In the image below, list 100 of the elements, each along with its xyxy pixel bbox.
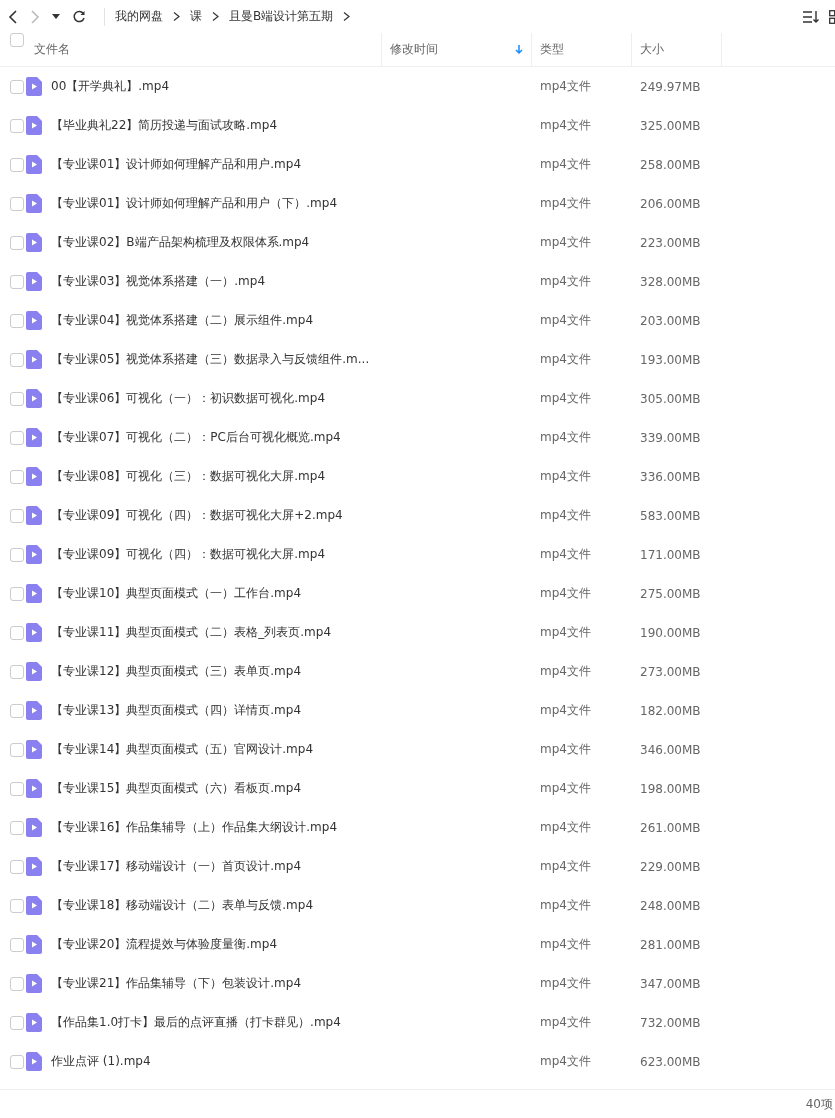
row-checkbox[interactable]: [10, 742, 24, 757]
row-checkbox[interactable]: [10, 820, 24, 835]
video-file-icon: [26, 779, 42, 798]
row-checkbox[interactable]: [10, 430, 24, 445]
file-name[interactable]: 【专业课05】视觉体系搭建（三）数据录入与反馈组件.m...: [51, 351, 382, 368]
row-checkbox[interactable]: [10, 664, 24, 679]
file-name[interactable]: 【专业课01】设计师如何理解产品和用户（下）.mp4: [51, 195, 382, 212]
back-button[interactable]: [8, 9, 18, 24]
file-name[interactable]: 【专业课20】流程提效与体验度量衡.mp4: [51, 936, 382, 953]
file-type: mp4文件: [539, 546, 592, 563]
row-checkbox[interactable]: [10, 1054, 24, 1069]
file-name[interactable]: 【专业课14】典型页面模式（五）官网设计.mp4: [51, 741, 382, 758]
history-dropdown-button[interactable]: [52, 14, 60, 19]
row-checkbox[interactable]: [10, 157, 24, 172]
file-name[interactable]: 【专业课21】作品集辅导（下）包装设计.mp4: [51, 975, 382, 992]
refresh-button[interactable]: [72, 9, 86, 24]
file-name[interactable]: 【专业课16】作品集辅导（上）作品集大纲设计.mp4: [51, 819, 382, 836]
file-name[interactable]: 作业点评 (1).mp4: [51, 1053, 382, 1070]
file-type: mp4文件: [539, 195, 592, 212]
row-checkbox[interactable]: [10, 937, 24, 952]
file-name[interactable]: 【专业课07】可视化（二）：PC后台可视化概览.mp4: [51, 429, 382, 446]
file-name[interactable]: 【专业课06】可视化（一）：初识数据可视化.mp4: [51, 390, 382, 407]
column-header[interactable]: 大小: [632, 33, 722, 66]
breadcrumb-link[interactable]: 且曼B端设计第五期: [229, 8, 334, 25]
file-size: 583.00MB: [639, 508, 702, 523]
file-name[interactable]: 【专业课01】设计师如何理解产品和用户.mp4: [51, 156, 382, 173]
video-file-icon: [26, 974, 42, 993]
breadcrumb-link[interactable]: 我的网盘: [115, 8, 163, 25]
row-checkbox[interactable]: [10, 898, 24, 913]
video-file-icon: [26, 155, 42, 174]
video-file-icon: [26, 857, 42, 876]
file-name[interactable]: 【专业课03】视觉体系搭建（一）.mp4: [51, 273, 382, 290]
video-file-icon: [26, 1052, 42, 1071]
video-file-icon: [26, 233, 42, 252]
file-name[interactable]: 00【开学典礼】.mp4: [51, 78, 382, 95]
file-name[interactable]: 【专业课09】可视化（四）：数据可视化大屏+2.mp4: [51, 507, 382, 524]
file-type: mp4文件: [539, 273, 592, 290]
video-file-icon: [26, 272, 42, 291]
file-size: 182.00MB: [639, 703, 702, 718]
file-name[interactable]: 【专业课10】典型页面模式（一）工作台.mp4: [51, 585, 382, 602]
row-checkbox[interactable]: [10, 1015, 24, 1030]
file-type: mp4文件: [539, 78, 592, 95]
file-size: 336.00MB: [639, 469, 702, 484]
file-type: mp4文件: [539, 663, 592, 680]
file-type: mp4文件: [539, 1014, 592, 1031]
breadcrumb-link[interactable]: 课: [190, 8, 202, 25]
video-file-icon: [26, 350, 42, 369]
row-checkbox[interactable]: [10, 79, 24, 94]
video-file-icon: [26, 506, 42, 525]
row-checkbox[interactable]: [10, 859, 24, 874]
file-size: 198.00MB: [639, 781, 702, 796]
video-file-icon: [26, 77, 42, 96]
video-file-icon: [26, 701, 42, 720]
row-checkbox[interactable]: [10, 235, 24, 250]
row-checkbox[interactable]: [10, 469, 24, 484]
row-checkbox[interactable]: [10, 118, 24, 133]
row-checkbox[interactable]: [10, 781, 24, 796]
file-name[interactable]: 【毕业典礼22】简历投递与面试攻略.mp4: [51, 117, 382, 134]
file-size: 339.00MB: [639, 430, 702, 445]
file-size: 623.00MB: [639, 1054, 702, 1069]
file-name[interactable]: 【专业课15】典型页面模式（六）看板页.mp4: [51, 780, 382, 797]
row-checkbox[interactable]: [10, 508, 24, 523]
file-name[interactable]: 【专业课02】B端产品架构梳理及权限体系.mp4: [51, 234, 382, 251]
file-name[interactable]: 【专业课13】典型页面模式（四）详情页.mp4: [51, 702, 382, 719]
select-all-checkbox[interactable]: [10, 33, 24, 47]
file-size: 347.00MB: [639, 976, 702, 991]
column-header[interactable]: 类型: [532, 33, 632, 66]
row-checkbox[interactable]: [10, 352, 24, 367]
column-header[interactable]: 文件名: [26, 33, 382, 66]
forward-button[interactable]: [30, 9, 40, 24]
video-file-icon: [26, 584, 42, 603]
file-name[interactable]: 【专业课12】典型页面模式（三）表单页.mp4: [51, 663, 382, 680]
file-name[interactable]: 【专业课18】移动端设计（二）表单与反馈.mp4: [51, 897, 382, 914]
file-type: mp4文件: [539, 780, 592, 797]
row-checkbox[interactable]: [10, 625, 24, 640]
sort-icon[interactable]: [803, 9, 819, 24]
file-size: 171.00MB: [639, 547, 702, 562]
chevron-icon: [173, 12, 180, 21]
video-file-icon: [26, 1013, 42, 1032]
file-type: mp4文件: [539, 156, 592, 173]
column-header[interactable]: 修改时间: [382, 33, 532, 66]
file-type: mp4文件: [539, 1053, 592, 1070]
row-checkbox[interactable]: [10, 547, 24, 562]
file-name[interactable]: 【专业课09】可视化（四）：数据可视化大屏.mp4: [51, 546, 382, 563]
file-type: mp4文件: [539, 507, 592, 524]
file-size: 203.00MB: [639, 313, 702, 328]
row-checkbox[interactable]: [10, 703, 24, 718]
file-name[interactable]: 【作品集1.0打卡】最后的点评直播（打卡群见）.mp4: [51, 1014, 382, 1031]
file-name[interactable]: 【专业课08】可视化（三）：数据可视化大屏.mp4: [51, 468, 382, 485]
file-name[interactable]: 【专业课11】典型页面模式（二）表格_列表页.mp4: [51, 624, 382, 641]
row-checkbox[interactable]: [10, 313, 24, 328]
row-checkbox[interactable]: [10, 586, 24, 601]
row-checkbox[interactable]: [10, 274, 24, 289]
file-size: 273.00MB: [639, 664, 702, 679]
file-name[interactable]: 【专业课17】移动端设计（一）首页设计.mp4: [51, 858, 382, 875]
file-name[interactable]: 【专业课04】视觉体系搭建（二）展示组件.mp4: [51, 312, 382, 329]
row-checkbox[interactable]: [10, 391, 24, 406]
row-checkbox[interactable]: [10, 976, 24, 991]
row-checkbox[interactable]: [10, 196, 24, 211]
file-size: 328.00MB: [639, 274, 702, 289]
